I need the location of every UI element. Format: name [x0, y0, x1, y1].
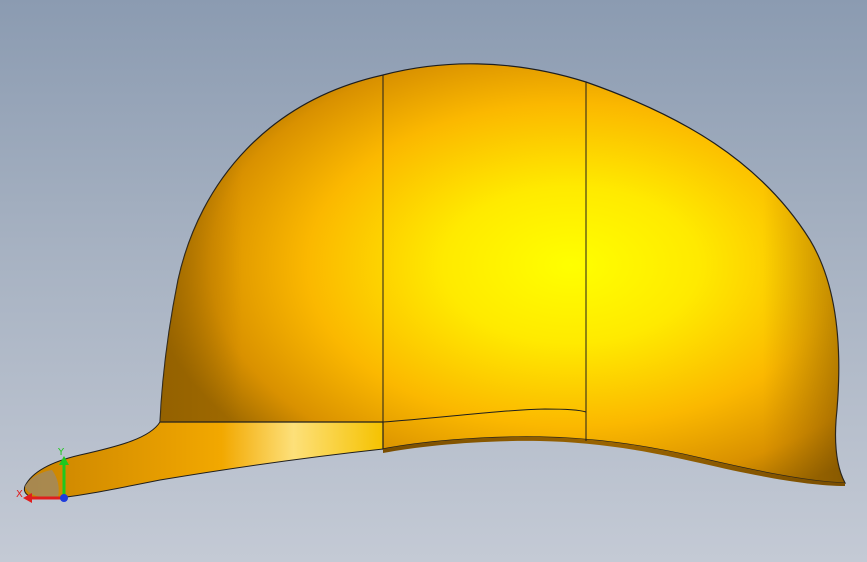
x-axis-label: X	[16, 489, 23, 500]
y-axis-label: Y	[57, 447, 65, 458]
cap-model[interactable]	[0, 0, 867, 562]
crown-shading	[160, 63, 845, 484]
x-axis-arrow	[23, 493, 32, 503]
z-axis-origin	[60, 494, 68, 502]
axis-triad: Y X	[16, 447, 69, 503]
graphics-viewport[interactable]: Y X	[0, 0, 867, 562]
